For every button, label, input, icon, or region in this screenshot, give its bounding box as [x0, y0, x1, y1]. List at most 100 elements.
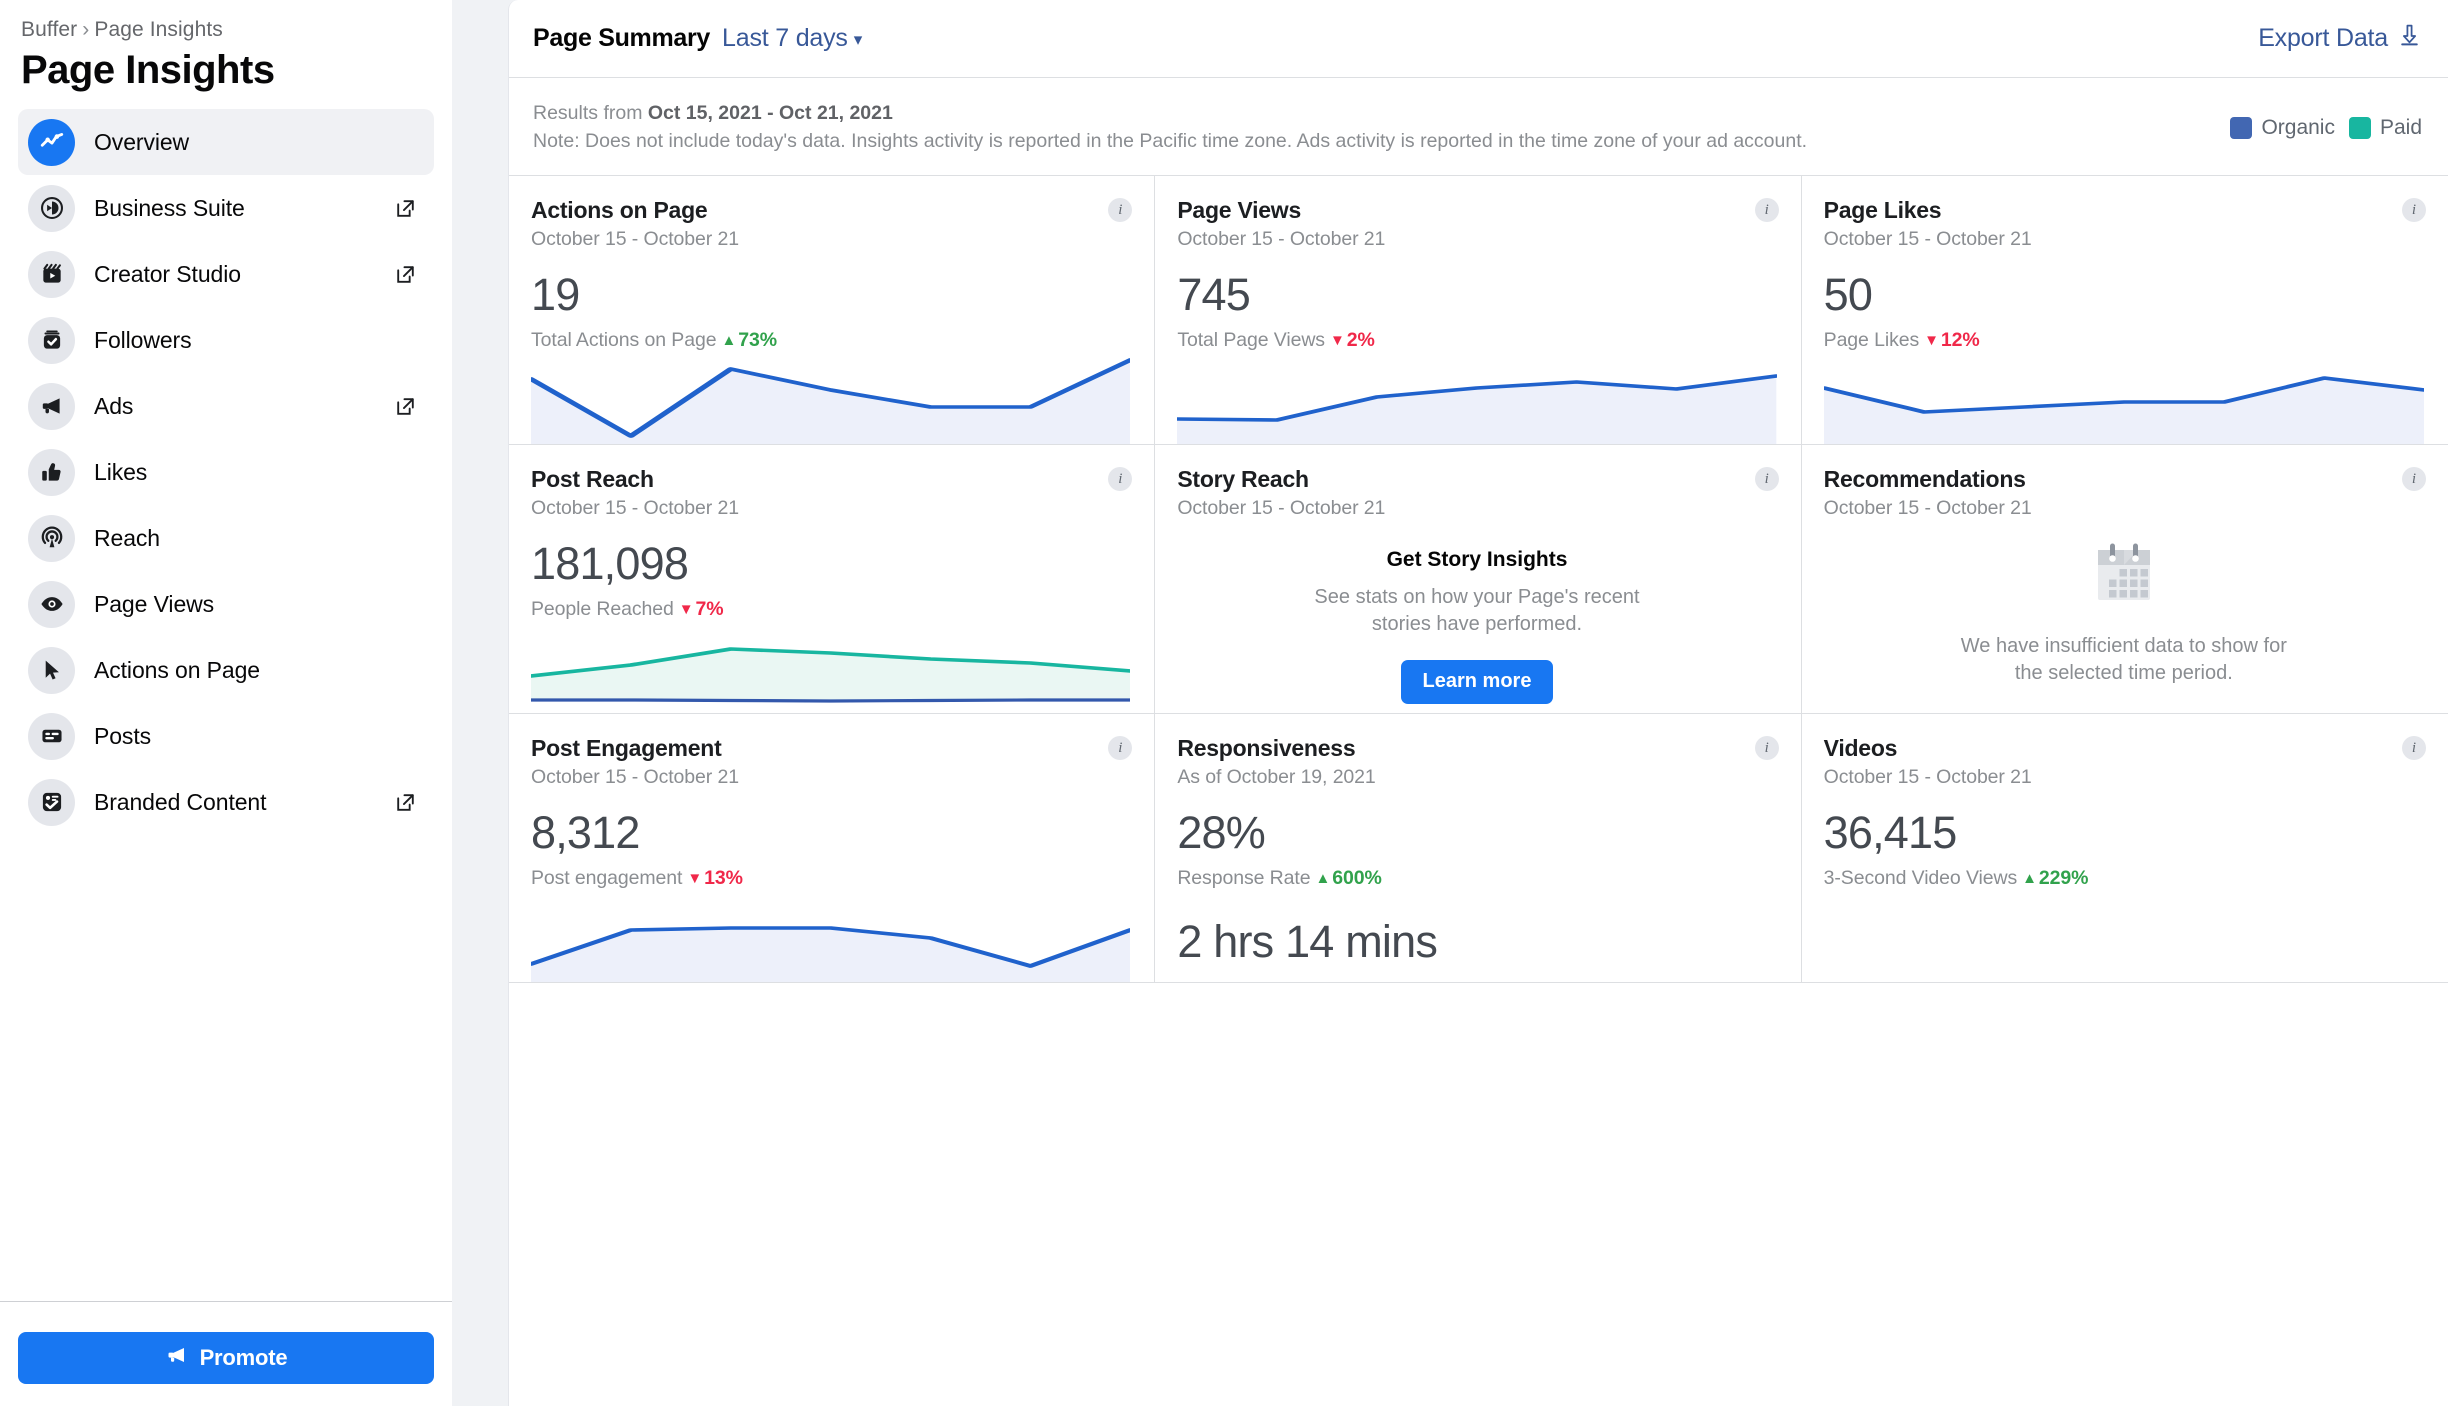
card-title: Videos	[1823, 735, 1898, 762]
sidebar-item-branded-content[interactable]: Branded Content	[18, 769, 434, 835]
delta-value: 600%	[1332, 867, 1382, 890]
sidebar-item-label: Followers	[94, 326, 192, 353]
sidebar: Buffer › Page Insights Page Insights Overv…	[0, 0, 470, 1406]
delta-value: 229%	[2038, 867, 2089, 890]
posts-icon	[28, 712, 75, 760]
sidebar-item-followers[interactable]: Followers	[18, 307, 434, 373]
sidebar-item-label: Page Views	[94, 590, 215, 617]
chevron-updown-icon: ▾	[853, 30, 863, 49]
results-note: Note: Does not include today's data. Ins…	[533, 129, 1808, 152]
legend-item-paid: Paid	[2348, 116, 2422, 140]
promote-button[interactable]: Promote	[18, 1332, 434, 1384]
results-range-line: Results from Oct 15, 2021 - Oct 21, 2021	[533, 100, 1807, 128]
megaphone-icon	[28, 382, 75, 430]
empty-state: We have insufficient data to show for th…	[1824, 542, 2424, 687]
thumbs-up-icon	[28, 448, 75, 496]
external-link-icon	[393, 196, 418, 221]
legend-label-paid: Paid	[2379, 116, 2422, 139]
legend-item-organic: Organic	[2230, 116, 2335, 140]
card-title: Page Likes	[1823, 197, 1942, 224]
metric-label-row: Total Actions on Page ▲ 73%	[531, 329, 1130, 352]
analytics-icon	[28, 118, 75, 166]
metric-label: Page Likes	[1823, 329, 1920, 352]
sidebar-item-reach[interactable]: Reach	[18, 505, 434, 571]
sidebar-item-label: Reach	[94, 524, 160, 551]
metric-value: 19	[531, 269, 580, 321]
external-link-icon	[393, 790, 418, 815]
metric-card-recommendations[interactable]: i Recommendations October 15 - October 2…	[1801, 445, 2448, 715]
triangle-down-icon: ▼	[678, 601, 694, 619]
info-icon[interactable]: i	[1754, 467, 1779, 492]
sparkline-chart	[531, 621, 1131, 713]
delta-badge: ▼ 7%	[679, 598, 724, 621]
sidebar-item-label: Likes	[94, 458, 148, 485]
results-range: Oct 15, 2021 - Oct 21, 2021	[647, 102, 893, 124]
megaphone-icon	[165, 1343, 189, 1373]
metric-value: 50	[1823, 269, 1873, 321]
metric-card-videos[interactable]: i Videos October 15 - October 21 36,415 …	[1801, 714, 2448, 984]
delta-badge: ▲ 229%	[2022, 867, 2088, 890]
sidebar-item-business-suite[interactable]: Business Suite	[18, 175, 434, 241]
learn-more-button[interactable]: Learn more	[1400, 659, 1554, 704]
sidebar-divider	[0, 1301, 470, 1302]
creator-studio-icon	[28, 250, 75, 298]
card-subtitle: October 15 - October 21	[531, 766, 739, 789]
metric-label: Post engagement	[531, 867, 683, 890]
delta-value: 73%	[738, 329, 777, 352]
metric-card-post-engagement[interactable]: i Post Engagement October 15 - October 2…	[509, 714, 1156, 984]
export-data-label: Export Data	[2258, 24, 2388, 52]
sparkline-chart	[1177, 352, 1777, 445]
metric-label-row: 3-Second Video Views ▲ 229%	[1824, 867, 2424, 890]
cta-title: Get Story Insights	[1386, 548, 1568, 572]
delta-value: 13%	[704, 867, 743, 890]
date-range-selector[interactable]: Last 7 days ▾	[722, 24, 862, 53]
legend-swatch-paid	[2348, 117, 2371, 139]
sidebar-item-label: Posts	[94, 722, 152, 749]
delta-value: 7%	[695, 598, 724, 621]
delta-badge: ▲ 600%	[1315, 867, 1381, 890]
breadcrumb-separator: ›	[82, 18, 90, 41]
card-subtitle: October 15 - October 21	[1823, 497, 2032, 520]
triangle-down-icon: ▼	[1329, 332, 1345, 350]
panel-title: Page Summary	[533, 24, 711, 52]
sidebar-item-label: Business Suite	[94, 194, 245, 221]
metric-label-row: Response Rate ▲ 600%	[1177, 867, 1776, 890]
triangle-up-icon: ▲	[2022, 870, 2037, 888]
sidebar-item-label: Branded Content	[94, 788, 267, 815]
sidebar-item-creator-studio[interactable]: Creator Studio	[18, 241, 434, 307]
metric-card-actions-on-page[interactable]: i Actions on Page October 15 - October 2…	[509, 176, 1156, 446]
metric-card-page-likes[interactable]: i Page Likes October 15 - October 21 50 …	[1801, 176, 2448, 446]
promote-button-label: Promote	[199, 1345, 288, 1370]
breadcrumb-root[interactable]: Buffer	[21, 18, 77, 41]
sidebar-item-ads[interactable]: Ads	[18, 373, 434, 439]
info-icon[interactable]: i	[1754, 198, 1779, 223]
info-icon[interactable]: i	[1754, 736, 1779, 761]
metric-value: 28%	[1177, 807, 1265, 859]
metric-label: Total Page Views	[1177, 329, 1325, 352]
sidebar-item-posts[interactable]: Posts	[18, 703, 434, 769]
metric-label-row: Post engagement ▼ 13%	[531, 867, 1130, 890]
card-title: Actions on Page	[531, 197, 708, 224]
broadcast-icon	[28, 514, 75, 562]
metric-card-post-reach[interactable]: i Post Reach October 15 - October 21 181…	[509, 445, 1156, 715]
metric-card-responsiveness[interactable]: i Responsiveness As of October 19, 2021 …	[1155, 714, 1802, 984]
main-content: Page Summary Last 7 days ▾ Export Data R…	[452, 0, 2448, 1406]
card-subtitle: October 15 - October 21	[1177, 228, 1386, 251]
results-prefix: Results from	[533, 102, 648, 124]
sidebar-item-overview[interactable]: Overview	[18, 109, 434, 175]
card-title: Responsiveness	[1177, 735, 1356, 762]
metric-card-page-views[interactable]: i Page Views October 15 - October 21 745…	[1155, 176, 1802, 446]
metrics-grid: i Actions on Page October 15 - October 2…	[509, 176, 2448, 1406]
delta-badge: ▼ 2%	[1330, 329, 1375, 352]
card-subtitle: October 15 - October 21	[1177, 497, 1386, 520]
empty-state-text: We have insufficient data to show for th…	[1960, 635, 2287, 685]
triangle-up-icon: ▲	[1315, 870, 1331, 888]
metric-label: 3-Second Video Views	[1823, 867, 2018, 890]
metric-card-story-reach[interactable]: i Story Reach October 15 - October 21 Ge…	[1155, 445, 1802, 715]
sidebar-item-actions-on-page[interactable]: Actions on Page	[18, 637, 434, 703]
export-data-button[interactable]: Export Data	[2258, 22, 2422, 55]
metric-value: 8,312	[531, 807, 640, 859]
sidebar-item-likes[interactable]: Likes	[18, 439, 434, 505]
sidebar-item-page-views[interactable]: Page Views	[18, 571, 434, 637]
card-title: Page Views	[1177, 197, 1301, 224]
